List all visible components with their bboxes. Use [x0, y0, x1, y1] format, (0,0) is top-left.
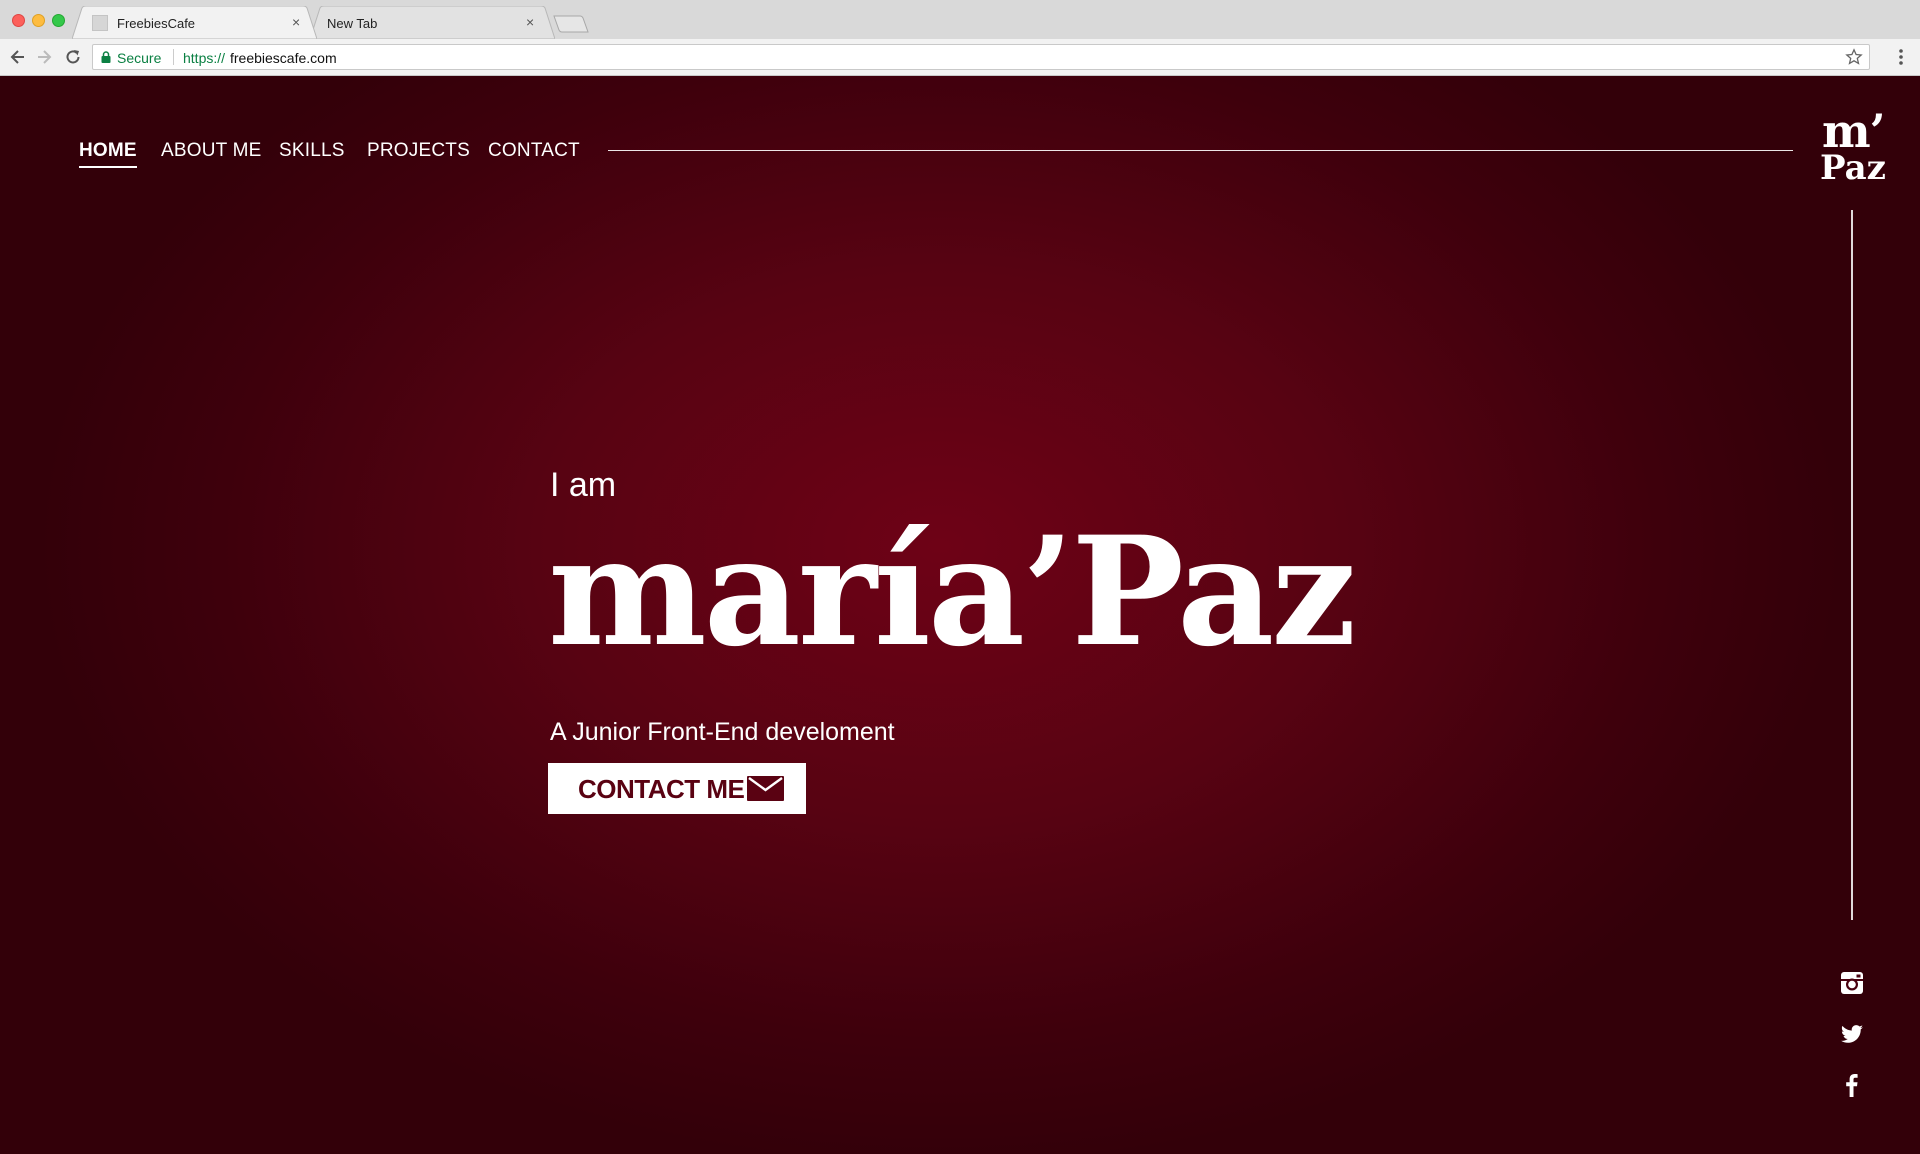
tab-favicon-icon [92, 15, 108, 31]
browser-tabstrip: FreebiesCafe × New Tab × [0, 0, 1920, 40]
nav-item-projects[interactable]: PROJECTS [367, 140, 470, 162]
address-bar[interactable]: Secure https:// freebiescafe.com [92, 44, 1870, 70]
browser-toolbar: Secure https:// freebiescafe.com [0, 39, 1920, 76]
hero-intro: I am [550, 466, 617, 504]
nav-item-contact[interactable]: CONTACT [488, 140, 580, 162]
logo-line-2: Paz [1820, 148, 1886, 188]
twitter-icon[interactable] [1839, 1021, 1865, 1047]
tab-title: New Tab [327, 16, 378, 31]
window-close-button[interactable] [12, 14, 25, 27]
browser-menu-icon[interactable] [1893, 46, 1909, 68]
browser-tab-active[interactable]: FreebiesCafe × [72, 6, 317, 39]
facebook-icon[interactable] [1839, 1072, 1865, 1098]
contact-me-label: CONTACT ME [578, 774, 745, 804]
nav-divider-line [608, 150, 1793, 151]
side-vertical-line [1851, 210, 1853, 920]
new-tab-button[interactable] [553, 15, 589, 33]
instagram-icon[interactable] [1839, 970, 1865, 996]
url-host: freebiescafe.com [230, 50, 337, 66]
window-minimize-button[interactable] [32, 14, 45, 27]
browser-tab[interactable]: New Tab × [310, 6, 555, 39]
hero-page: HOME ABOUT ME SKILLS PROJECTS CONTACT m’… [0, 76, 1920, 1154]
nav-item-skills[interactable]: SKILLS [279, 140, 345, 162]
forward-arrow-icon[interactable] [34, 47, 54, 67]
lock-icon [101, 51, 111, 63]
nav-item-home[interactable]: HOME [79, 140, 137, 168]
secure-label: Secure [117, 50, 162, 66]
site-logo[interactable]: m’ Paz [1818, 108, 1898, 190]
hero-name: maría’Paz [548, 504, 1356, 680]
omnibox-divider [173, 49, 174, 65]
tab-title: FreebiesCafe [117, 16, 196, 31]
hero-subtitle: A Junior Front-End develoment [550, 718, 895, 746]
window-zoom-button[interactable] [52, 14, 65, 27]
tab-close-icon[interactable]: × [292, 14, 300, 30]
back-arrow-icon[interactable] [8, 47, 28, 67]
tab-close-icon[interactable]: × [526, 14, 534, 30]
reload-icon[interactable] [63, 47, 83, 67]
envelope-icon [747, 776, 784, 801]
bookmark-star-icon[interactable] [1845, 48, 1863, 66]
nav-item-about-me[interactable]: ABOUT ME [161, 140, 262, 162]
contact-me-button[interactable]: CONTACT ME [548, 763, 806, 814]
url-scheme: https:// [183, 50, 226, 66]
